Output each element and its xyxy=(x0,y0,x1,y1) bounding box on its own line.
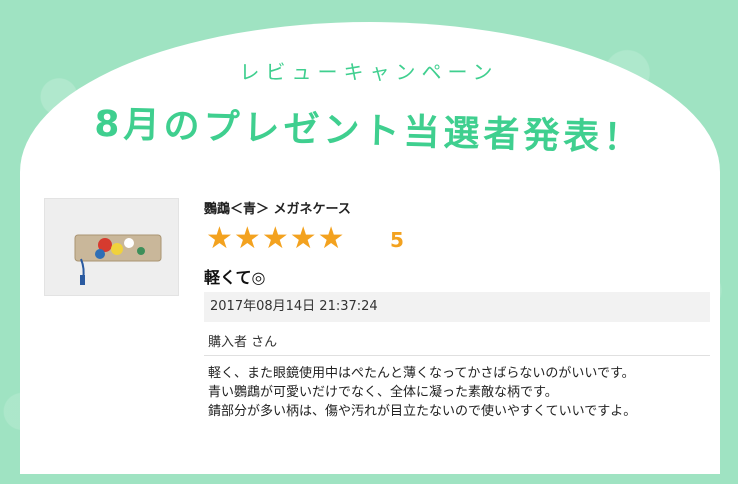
product-thumbnail[interactable] xyxy=(44,198,179,296)
glasses-case-image xyxy=(45,199,178,295)
review-body-line: 青い鸚鵡が可愛いだけでなく、全体に凝った素敵な柄です。 xyxy=(208,385,558,400)
rating-stars: ★★★★★ xyxy=(206,222,346,256)
rating-score: 5 xyxy=(390,228,404,252)
star-icon: ★ xyxy=(317,221,345,256)
reviewer-name: 購入者 さん xyxy=(208,335,278,350)
review-title: 軽くて◎ xyxy=(204,268,266,287)
campaign-kicker: レビューキャンペーン xyxy=(239,60,499,84)
review-body-line: 軽く、また眼鏡使用中はぺたんと薄くなってかさばらないのがいいです。 xyxy=(208,366,635,381)
product-name[interactable]: 鸚鵡＜青＞ メガネケース xyxy=(204,198,351,217)
review-date: 2017年08月14日 21:37:24 xyxy=(204,292,710,322)
star-icon: ★ xyxy=(289,221,317,256)
review-body: 軽く、また眼鏡使用中はぺたんと薄くなってかさばらないのがいいです。 青い鸚鵡が可… xyxy=(208,364,708,421)
star-icon: ★ xyxy=(233,221,261,256)
divider xyxy=(204,355,710,356)
review-body-line: 錆部分が多い柄は、傷や汚れが目立たないので使いやすくていいですよ。 xyxy=(208,404,637,419)
star-icon: ★ xyxy=(261,221,289,256)
star-icon: ★ xyxy=(206,221,233,256)
